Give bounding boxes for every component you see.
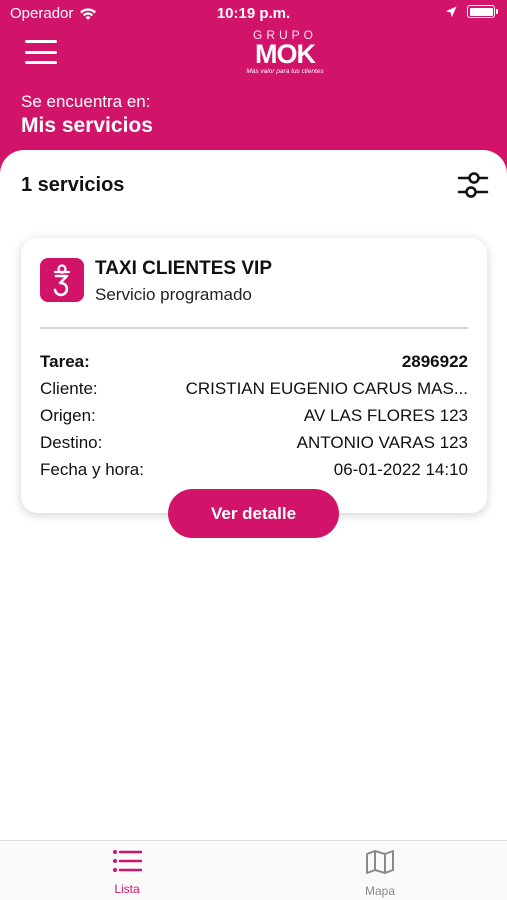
status-time: 10:19 p.m. — [216, 5, 291, 22]
detail-value: CRISTIAN EUGENIO CARUS MAS... — [185, 378, 468, 398]
detail-label: Destino: — [40, 432, 103, 452]
location-arrow-icon — [445, 6, 457, 17]
detail-label: Fecha y hora: — [40, 459, 144, 479]
service-type-icon — [40, 258, 84, 302]
tab-mapa[interactable]: Mapa — [340, 849, 420, 898]
detail-value: ANTONIO VARAS 123 — [296, 432, 468, 452]
main-content: 1 servicios TAXI CLIENTES VIP Servicio p… — [0, 150, 507, 840]
status-bar: Operador 10:19 p.m. — [0, 0, 507, 28]
service-details: Tarea: 2896922 Cliente: CRISTIAN EUGENIO… — [40, 348, 468, 483]
logo-tagline: Más valor para tus clientes — [246, 68, 324, 75]
detail-value: 06-01-2022 14:10 — [333, 459, 468, 479]
detail-row-tarea: Tarea: 2896922 — [40, 348, 468, 375]
card-divider — [40, 327, 468, 329]
location-label: Se encuentra en: — [21, 92, 151, 111]
view-detail-button[interactable]: Ver detalle — [168, 489, 339, 538]
logo-main-text: MOK — [255, 39, 316, 69]
list-icon — [113, 850, 143, 872]
logo-top-text: GRUPO — [252, 28, 317, 42]
tab-label: Mapa — [364, 884, 396, 898]
hamburger-menu-icon[interactable] — [25, 40, 57, 64]
bottom-tab-bar: Lista Mapa — [0, 840, 507, 900]
battery-icon — [467, 5, 498, 18]
detail-value: AV LAS FLORES 123 — [303, 405, 468, 425]
filter-sliders-icon[interactable] — [457, 170, 489, 200]
detail-row-origen: Origen: AV LAS FLORES 123 — [40, 402, 468, 429]
detail-label: Tarea: — [40, 351, 90, 371]
page-title: Mis servicios — [21, 114, 153, 137]
detail-value: 2896922 — [401, 351, 468, 371]
map-icon — [366, 850, 394, 874]
service-title: TAXI CLIENTES VIP — [95, 258, 273, 279]
service-card[interactable]: TAXI CLIENTES VIP Servicio programado Ta… — [21, 238, 487, 513]
detail-row-fecha: Fecha y hora: 06-01-2022 14:10 — [40, 456, 468, 483]
detail-row-destino: Destino: ANTONIO VARAS 123 — [40, 429, 468, 456]
grupo-mok-logo: GRUPO MOK Más valor para tus clientes — [240, 28, 330, 75]
service-subtitle: Servicio programado — [95, 285, 252, 304]
services-count: 1 servicios — [21, 174, 125, 196]
tab-lista[interactable]: Lista — [87, 849, 167, 896]
tab-label: Lista — [114, 882, 140, 896]
detail-label: Origen: — [40, 405, 96, 425]
detail-row-cliente: Cliente: CRISTIAN EUGENIO CARUS MAS... — [40, 375, 468, 402]
detail-label: Cliente: — [40, 378, 98, 398]
